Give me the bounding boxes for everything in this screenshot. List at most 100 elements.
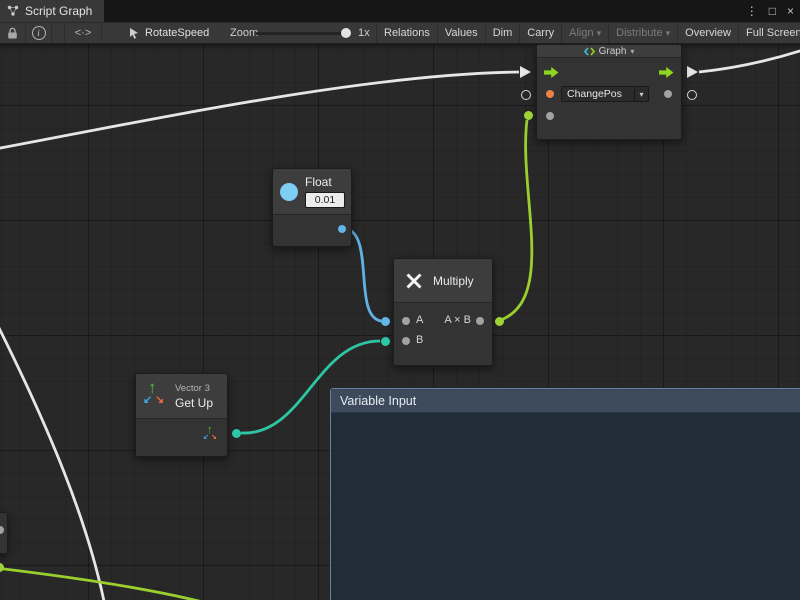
green-wire-endpoint[interactable]	[524, 111, 533, 120]
connection-ring[interactable]	[521, 90, 531, 100]
script-graph-window: Script Graph ⋮ □ × i <·> RotateSpeed Zoo	[0, 0, 800, 600]
value-output-port[interactable]	[664, 90, 672, 98]
node-header[interactable]: Multiply	[394, 259, 492, 303]
fullscreen-button[interactable]: Full Screen	[738, 23, 800, 43]
wire-control-bottom-left	[0, 314, 105, 600]
node-header[interactable]: ↑ ↙ ↘ Vector 3 Get Up	[136, 374, 227, 419]
fullscreen-label: Full Screen	[746, 27, 800, 39]
code-view-button[interactable]: <·>	[64, 23, 102, 43]
dim-button[interactable]: Dim	[485, 23, 520, 43]
values-button[interactable]: Values	[437, 23, 485, 43]
port-a-label: A	[416, 314, 423, 326]
vector3-subtitle: Vector 3	[175, 383, 213, 394]
down-right-arrow-icon: ↘	[155, 393, 164, 406]
value-input-port[interactable]	[546, 112, 554, 120]
getup-node-title: Get Up	[175, 396, 213, 410]
port-b-label: B	[416, 334, 423, 346]
variable-input-title: Variable Input	[340, 394, 416, 408]
zoom-slider[interactable]	[256, 23, 352, 43]
node-header[interactable]: Graph ▾	[537, 45, 681, 58]
distribute-label: Distribute	[616, 27, 662, 39]
port-b[interactable]	[402, 337, 410, 345]
variable-input-panel[interactable]: Variable Input	[330, 388, 800, 600]
connection-ring[interactable]	[687, 90, 697, 100]
wire-arrowhead	[687, 66, 698, 78]
tab-script-graph[interactable]: Script Graph	[0, 0, 104, 22]
wire-arrowhead	[520, 66, 531, 78]
window-controls: ⋮ □ ×	[746, 0, 794, 22]
changepos-value: ChangePos	[562, 88, 634, 100]
control-output-port[interactable]	[659, 67, 674, 78]
toolbar-buttons: Relations Values Dim Carry Align ▾ Distri…	[376, 23, 800, 43]
float-node-title: Float	[305, 175, 345, 189]
vector3-icon: ↑ ↙ ↘	[143, 382, 167, 410]
wire-control-out	[699, 49, 800, 72]
node-partial-left[interactable]	[0, 512, 8, 554]
port-result[interactable]	[476, 317, 484, 325]
multiply-node-title: Multiply	[433, 274, 474, 288]
info-button[interactable]: i	[26, 23, 52, 43]
lock-button[interactable]	[0, 23, 26, 43]
carry-button[interactable]: Carry	[519, 23, 561, 43]
info-icon: i	[32, 26, 46, 40]
overview-button[interactable]: Overview	[677, 23, 738, 43]
align-label: Align	[569, 27, 593, 39]
menu-icon[interactable]: ⋮	[746, 4, 758, 18]
value-port[interactable]	[0, 526, 4, 534]
port-a[interactable]	[402, 317, 410, 325]
wire-control-in	[0, 72, 519, 150]
chevron-down-icon: ▾	[597, 28, 602, 39]
green-wire-endpoint[interactable]	[495, 317, 504, 326]
code-icon: <·>	[75, 27, 92, 39]
float-icon	[280, 183, 298, 201]
wire-green-bottom-left	[0, 568, 218, 600]
node-float[interactable]: Float 0.01	[272, 168, 352, 247]
lock-icon	[7, 27, 18, 40]
zoom-value: 1x	[358, 27, 370, 39]
variable-input-header[interactable]: Variable Input	[331, 389, 800, 413]
carry-label: Carry	[527, 27, 554, 39]
node-multiply[interactable]: Multiply A A × B B	[393, 258, 493, 366]
node-graph-event[interactable]: Graph ▾ ChangePos ▾	[536, 44, 682, 140]
teal-wire-endpoint[interactable]	[381, 337, 390, 346]
zoom-label: Zoom	[230, 27, 258, 39]
node-vector3-get-up[interactable]: ↑ ↙ ↘ Vector 3 Get Up ↑ ↙ ↘	[135, 373, 228, 457]
event-node-title: Graph	[599, 46, 627, 57]
graph-toolbar: i <·> RotateSpeed Zoom 1x Relations Valu…	[0, 22, 800, 44]
script-graph-icon	[7, 5, 19, 17]
zoom-slider-handle[interactable]	[341, 28, 351, 38]
blue-wire-endpoint[interactable]	[381, 317, 390, 326]
chevron-down-icon: ▾	[634, 87, 648, 101]
changepos-dropdown[interactable]: ChangePos ▾	[561, 86, 649, 102]
vector3-port-icon: ↑ ↙ ↘	[203, 427, 219, 443]
graph-asset-name: RotateSpeed	[145, 27, 209, 39]
values-label: Values	[445, 27, 478, 39]
down-left-arrow-icon: ↙	[143, 393, 152, 406]
dim-label: Dim	[493, 27, 513, 39]
relations-button[interactable]: Relations	[376, 23, 437, 43]
wire-multiply-to-event	[498, 120, 532, 321]
chevron-down-icon: ▾	[630, 47, 634, 56]
zoom-slider-track[interactable]	[256, 32, 348, 35]
graph-asset[interactable]: RotateSpeed	[128, 23, 209, 43]
port-result-label: A × B	[444, 314, 471, 326]
green-wire-endpoint[interactable]	[0, 563, 4, 572]
float-value-field[interactable]: 0.01	[305, 192, 345, 208]
chevron-down-icon: ▾	[666, 28, 671, 39]
control-input-port[interactable]	[544, 67, 559, 78]
tab-title: Script Graph	[25, 4, 92, 18]
align-button[interactable]: Align ▾	[561, 23, 608, 43]
close-icon[interactable]: ×	[787, 4, 794, 18]
graph-canvas[interactable]: Variable Input Graph ▾	[0, 44, 800, 600]
teal-wire-endpoint[interactable]	[232, 429, 241, 438]
titlebar: Script Graph ⋮ □ ×	[0, 0, 800, 22]
float-output-port[interactable]	[338, 225, 346, 233]
value-input-port[interactable]	[546, 90, 554, 98]
node-header[interactable]: Float 0.01	[273, 169, 351, 215]
overview-label: Overview	[685, 27, 731, 39]
distribute-button[interactable]: Distribute ▾	[608, 23, 677, 43]
maximize-icon[interactable]: □	[769, 4, 776, 18]
graph-asset-icon	[128, 27, 140, 39]
multiply-icon	[404, 271, 424, 291]
relations-label: Relations	[384, 27, 430, 39]
